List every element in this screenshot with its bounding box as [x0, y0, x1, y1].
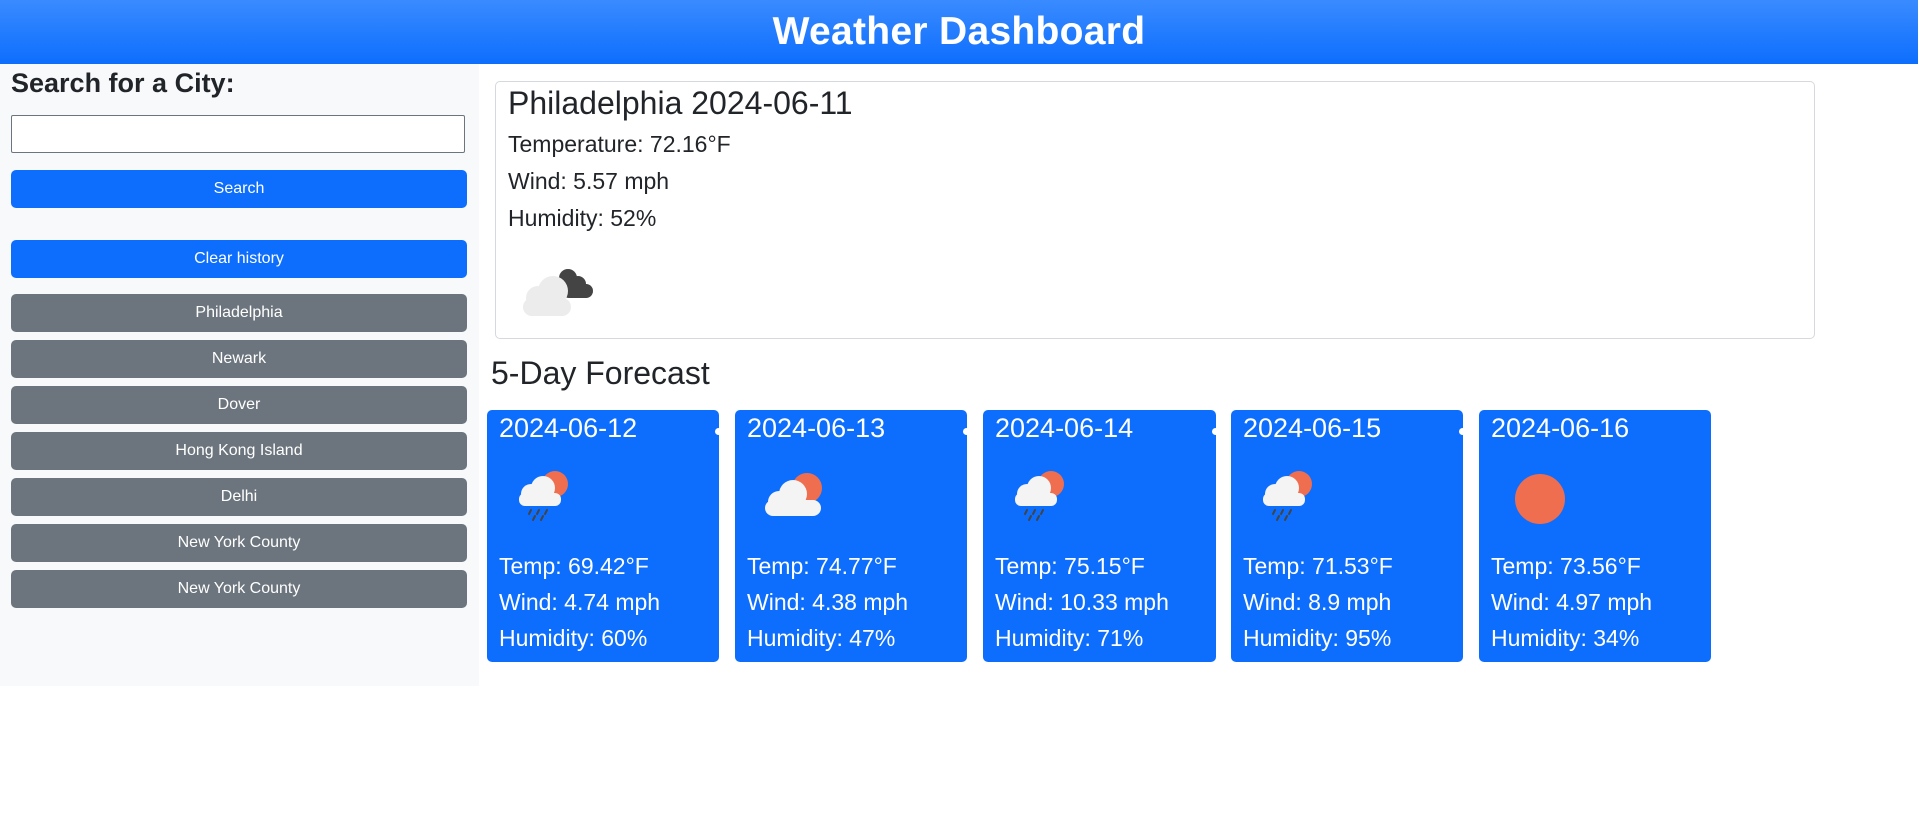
forecast-card: 2024-06-14 Temp: 75.15°F Wind: 10.33 mph…: [983, 410, 1219, 662]
current-weather-card: Philadelphia 2024-06-11 Temperature: 72.…: [495, 81, 1815, 339]
forecast-title: 5-Day Forecast: [491, 355, 710, 391]
forecast-date: 2024-06-13: [747, 413, 886, 443]
search-input[interactable]: [11, 115, 465, 153]
sidebar: Search for a City: Search Clear history …: [0, 64, 479, 686]
forecast-humidity: Humidity: 71%: [995, 625, 1144, 651]
forecast-humidity: Humidity: 60%: [499, 625, 648, 651]
forecast-humidity: Humidity: 47%: [747, 625, 896, 651]
forecast-card: 2024-06-15 Temp: 71.53°F Wind: 8.9 mph H…: [1231, 410, 1466, 662]
current-wind: Wind: 5.57 mph: [508, 168, 670, 194]
forecast-wind: Wind: 4.38 mph: [747, 589, 909, 615]
history-item[interactable]: Philadelphia: [11, 294, 467, 332]
clear-sun-icon: [1515, 474, 1565, 529]
forecast-date: 2024-06-15: [1243, 413, 1382, 443]
history-item[interactable]: Hong Kong Island: [11, 432, 467, 470]
history-item[interactable]: Newark: [11, 340, 467, 378]
forecast-card: 2024-06-13 Temp: 74.77°F Wind: 4.38 mph …: [735, 410, 970, 662]
search-button[interactable]: Search: [11, 170, 467, 208]
current-humidity: Humidity: 52%: [508, 205, 657, 231]
app-header: Weather Dashboard: [0, 0, 1918, 64]
card-dot: [715, 428, 722, 435]
forecast-wind: Wind: 8.9 mph: [1243, 589, 1392, 615]
forecast-card: 2024-06-16 Temp: 73.56°F Wind: 4.97 mph …: [1479, 410, 1711, 662]
forecast-temp: Temp: 75.15°F: [995, 553, 1145, 579]
forecast-date: 2024-06-14: [995, 413, 1134, 443]
rain-sun-icon: [1011, 466, 1071, 527]
history-item[interactable]: New York County: [11, 524, 467, 562]
broken-clouds-icon: [518, 264, 598, 329]
rain-sun-icon: [515, 466, 575, 527]
forecast-humidity: Humidity: 34%: [1491, 625, 1640, 651]
history-item[interactable]: Delhi: [11, 478, 467, 516]
forecast-card: 2024-06-12 Temp: 69.42°F Wind: 4.74 mph …: [487, 410, 722, 662]
forecast-date: 2024-06-16: [1491, 413, 1630, 443]
search-heading: Search for a City:: [11, 68, 235, 98]
history-item[interactable]: Dover: [11, 386, 467, 424]
card-dot: [963, 428, 970, 435]
forecast-humidity: Humidity: 95%: [1243, 625, 1392, 651]
partly-cloudy-icon: [761, 466, 831, 527]
forecast-temp: Temp: 69.42°F: [499, 553, 649, 579]
forecast-temp: Temp: 73.56°F: [1491, 553, 1641, 579]
rain-sun-icon: [1259, 466, 1319, 527]
history-item[interactable]: New York County: [11, 570, 467, 608]
forecast-temp: Temp: 71.53°F: [1243, 553, 1393, 579]
current-city-date: Philadelphia 2024-06-11: [508, 85, 853, 121]
forecast-temp: Temp: 74.77°F: [747, 553, 897, 579]
card-dot: [1212, 428, 1219, 435]
forecast-wind: Wind: 10.33 mph: [995, 589, 1169, 615]
current-temperature: Temperature: 72.16°F: [508, 131, 731, 157]
forecast-date: 2024-06-12: [499, 413, 638, 443]
card-dot: [1459, 428, 1466, 435]
forecast-wind: Wind: 4.74 mph: [499, 589, 661, 615]
forecast-wind: Wind: 4.97 mph: [1491, 589, 1653, 615]
clear-history-button[interactable]: Clear history: [11, 240, 467, 278]
page-title: Weather Dashboard: [772, 10, 1146, 53]
